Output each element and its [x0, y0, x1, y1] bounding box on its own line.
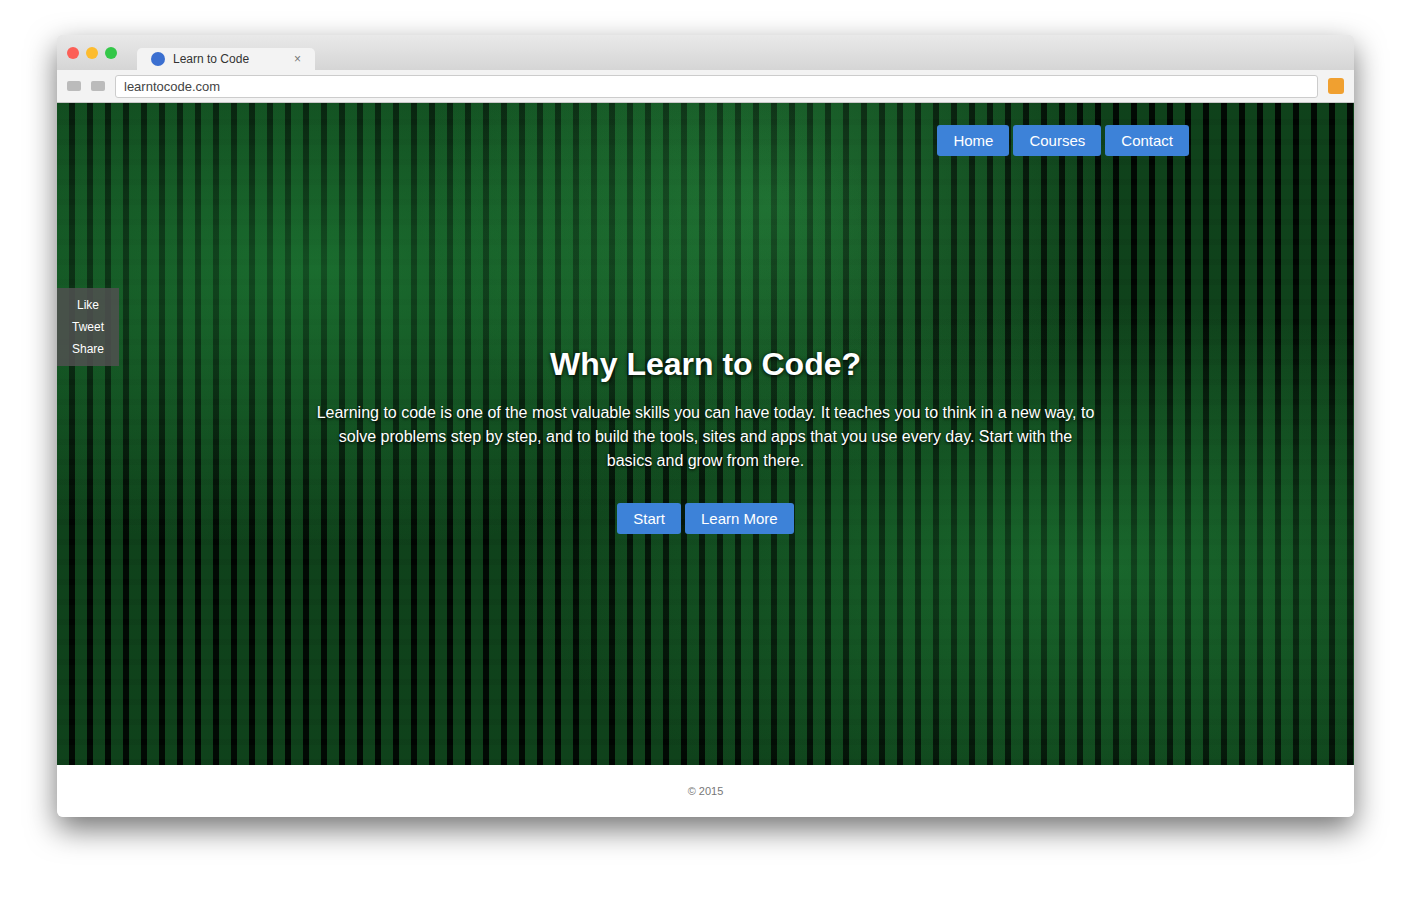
forward-icon[interactable]: [91, 81, 105, 91]
address-bar[interactable]: learntocode.com: [115, 75, 1318, 98]
desktop: Learn to Code × learntocode.com Like Twee…: [0, 0, 1411, 897]
browser-window: Learn to Code × learntocode.com Like Twee…: [57, 35, 1354, 817]
hero-text: Learning to code is one of the most valu…: [316, 401, 1096, 473]
minimize-icon[interactable]: [86, 47, 98, 59]
hero: Why Learn to Code? Learning to code is o…: [57, 346, 1354, 534]
footer-text: © 2015: [688, 785, 724, 797]
nav-button[interactable]: Courses: [1013, 125, 1101, 156]
nav-button[interactable]: Contact: [1105, 125, 1189, 156]
tab-title: Learn to Code: [173, 52, 249, 66]
back-icon[interactable]: [67, 81, 81, 91]
browser-tab[interactable]: Learn to Code ×: [137, 48, 315, 70]
close-icon[interactable]: [67, 47, 79, 59]
hero-title: Why Learn to Code?: [550, 346, 861, 383]
extension-icon[interactable]: [1328, 78, 1344, 94]
hero-button[interactable]: Learn More: [685, 503, 794, 534]
page-content: Like Tweet Share HomeCoursesContact Why Le…: [57, 103, 1354, 765]
nav-bar: HomeCoursesContact: [57, 103, 1354, 156]
share-item[interactable]: Like: [77, 298, 99, 312]
toolbar: learntocode.com: [57, 70, 1354, 103]
hero-button[interactable]: Start: [617, 503, 681, 534]
hero-buttons: StartLearn More: [617, 503, 793, 534]
maximize-icon[interactable]: [105, 47, 117, 59]
title-bar: Learn to Code ×: [57, 35, 1354, 70]
share-sidebar: Like Tweet Share: [57, 288, 119, 366]
tab-close-button[interactable]: ×: [294, 52, 301, 66]
window-controls: [67, 47, 117, 59]
footer: © 2015: [57, 765, 1354, 817]
nav-button[interactable]: Home: [937, 125, 1009, 156]
favicon-icon: [151, 52, 165, 66]
share-item[interactable]: Tweet: [72, 320, 104, 334]
share-item[interactable]: Share: [72, 342, 104, 356]
